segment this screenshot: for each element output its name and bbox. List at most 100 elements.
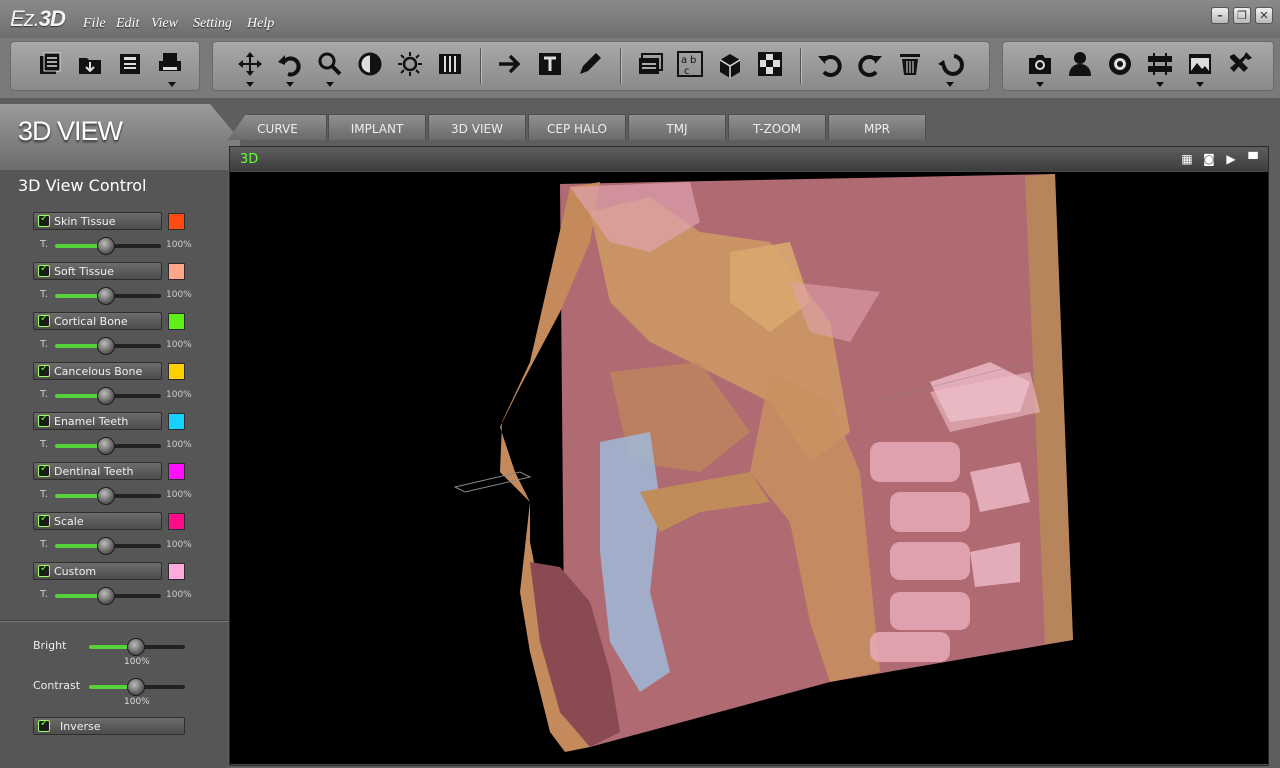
camera-icon[interactable]	[1024, 48, 1056, 80]
print-dropdown-icon[interactable]	[168, 82, 176, 87]
tab-mpr[interactable]: MPR	[828, 114, 926, 140]
layer-toggle-soft-tissue[interactable]: Soft Tissue	[33, 262, 162, 280]
tools-icon[interactable]	[1224, 48, 1256, 80]
transparency-slider[interactable]	[55, 487, 161, 505]
layer-color-swatch[interactable]	[168, 213, 185, 230]
layer-color-swatch[interactable]	[168, 413, 185, 430]
menu-view[interactable]: View	[151, 16, 178, 32]
menu-file[interactable]: File	[83, 16, 106, 32]
brightness-icon[interactable]	[394, 48, 426, 80]
transparency-slider[interactable]	[55, 337, 161, 355]
zoom-icon[interactable]	[314, 48, 346, 80]
layer-toggle-dentinal-teeth[interactable]: Dentinal Teeth	[33, 462, 162, 480]
contrast-slider[interactable]	[89, 678, 185, 696]
import-folder-icon[interactable]	[74, 48, 106, 80]
image-dropdown-icon[interactable]	[1196, 82, 1204, 87]
image-icon[interactable]	[1184, 48, 1216, 80]
slider-knob[interactable]	[97, 537, 115, 555]
open-study-icon[interactable]	[34, 48, 66, 80]
rotate-dropdown-icon[interactable]	[286, 82, 294, 87]
reset-icon[interactable]	[934, 48, 966, 80]
camera-dropdown-icon[interactable]	[1036, 82, 1044, 87]
slider-knob[interactable]	[97, 437, 115, 455]
checkbox[interactable]	[38, 563, 50, 577]
layer-toggle-skin-tissue[interactable]: Skin Tissue	[33, 212, 162, 230]
layer-color-swatch[interactable]	[168, 563, 185, 580]
pencil-icon[interactable]	[574, 48, 606, 80]
reset-dropdown-icon[interactable]	[946, 82, 954, 87]
pan-icon[interactable]	[234, 48, 266, 80]
arrow-icon[interactable]	[494, 48, 526, 80]
checkbox[interactable]	[38, 413, 50, 427]
zoom-dropdown-icon[interactable]	[326, 82, 334, 87]
slider-knob[interactable]	[127, 678, 145, 696]
undo-icon[interactable]	[814, 48, 846, 80]
redo-icon[interactable]	[854, 48, 886, 80]
menu-setting[interactable]: Setting	[193, 16, 232, 32]
tab-curve[interactable]: CURVE	[228, 114, 327, 140]
checker-icon[interactable]	[754, 48, 786, 80]
layer-toggle-scale[interactable]: Scale	[33, 512, 162, 530]
checkbox[interactable]	[38, 718, 50, 732]
cube-icon[interactable]	[714, 48, 746, 80]
pan-dropdown-icon[interactable]	[246, 82, 254, 87]
checkbox[interactable]	[38, 263, 50, 277]
grid-icon[interactable]: ▦	[1179, 151, 1195, 167]
layer-toggle-enamel-teeth[interactable]: Enamel Teeth	[33, 412, 162, 430]
layer-toggle-cancelous-bone[interactable]: Cancelous Bone	[33, 362, 162, 380]
layer-toggle-cortical-bone[interactable]: Cortical Bone	[33, 312, 162, 330]
close-icon[interactable]: ✕	[1255, 7, 1273, 24]
transparency-slider[interactable]	[55, 387, 161, 405]
inverse-toggle[interactable]: Inverse	[33, 717, 185, 735]
checkbox[interactable]	[38, 213, 50, 227]
compare-icon[interactable]	[1144, 48, 1176, 80]
layer-color-swatch[interactable]	[168, 363, 185, 380]
layer-color-swatch[interactable]	[168, 513, 185, 530]
layer-color-swatch[interactable]	[168, 463, 185, 480]
delete-icon[interactable]	[894, 48, 926, 80]
layer-color-swatch[interactable]	[168, 263, 185, 280]
tab-tmj[interactable]: TMJ	[628, 114, 726, 140]
checkbox[interactable]	[38, 463, 50, 477]
3d-render-viewport[interactable]	[230, 172, 1268, 764]
transparency-slider[interactable]	[55, 537, 161, 555]
print-icon[interactable]	[154, 48, 186, 80]
tab-t-zoom[interactable]: T-ZOOM	[728, 114, 826, 140]
contrast-icon[interactable]	[354, 48, 386, 80]
transparency-slider[interactable]	[55, 587, 161, 605]
layer-toggle-custom[interactable]: Custom	[33, 562, 162, 580]
transparency-slider[interactable]	[55, 437, 161, 455]
slider-knob[interactable]	[97, 337, 115, 355]
report-icon[interactable]	[634, 48, 666, 80]
play-icon[interactable]: ▶	[1223, 151, 1239, 167]
tab-3d-view[interactable]: 3D VIEW	[428, 114, 526, 140]
restore-icon[interactable]: ❐	[1233, 7, 1251, 24]
transparency-slider[interactable]	[55, 287, 161, 305]
checkbox[interactable]	[38, 513, 50, 527]
ocr-icon[interactable]: abc	[674, 48, 706, 80]
checkbox[interactable]	[38, 313, 50, 327]
slice-icon[interactable]	[434, 48, 466, 80]
maximize-icon[interactable]: ▀	[1245, 151, 1261, 167]
rotate-icon[interactable]	[274, 48, 306, 80]
snapshot-icon[interactable]: ◙	[1201, 151, 1217, 167]
text-icon[interactable]	[534, 48, 566, 80]
tab-cep-halo[interactable]: CEP HALO	[528, 114, 626, 140]
slider-knob[interactable]	[97, 387, 115, 405]
minimize-icon[interactable]: –	[1211, 7, 1229, 24]
checkbox[interactable]	[38, 363, 50, 377]
slider-knob[interactable]	[97, 587, 115, 605]
slider-knob[interactable]	[97, 237, 115, 255]
tab-implant[interactable]: IMPLANT	[328, 114, 426, 140]
compare-dropdown-icon[interactable]	[1156, 82, 1164, 87]
transparency-slider[interactable]	[55, 237, 161, 255]
slider-knob[interactable]	[127, 638, 145, 656]
slider-knob[interactable]	[97, 487, 115, 505]
menu-edit[interactable]: Edit	[116, 16, 139, 32]
disc-icon[interactable]	[1104, 48, 1136, 80]
slider-knob[interactable]	[97, 287, 115, 305]
save-icon[interactable]	[114, 48, 146, 80]
bright-slider[interactable]	[89, 638, 185, 656]
layer-color-swatch[interactable]	[168, 313, 185, 330]
menu-help[interactable]: Help	[247, 16, 274, 32]
